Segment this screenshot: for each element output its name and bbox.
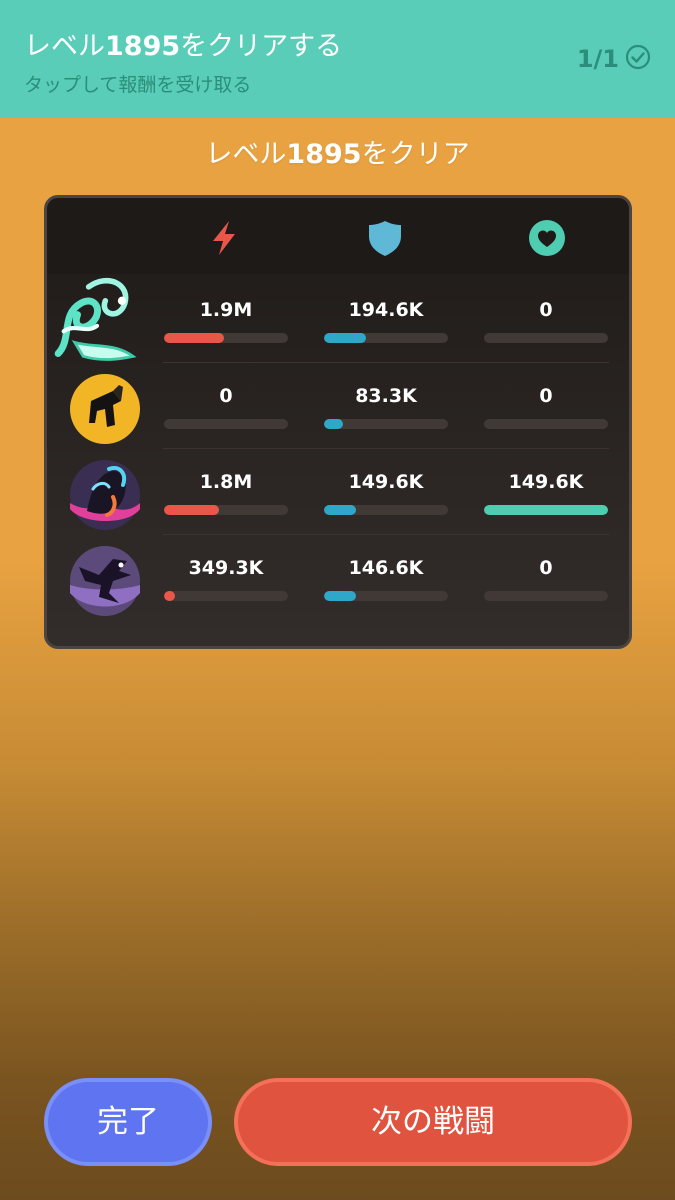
defense-value: 146.6K <box>348 557 424 579</box>
defense-bar <box>324 505 448 515</box>
result-title-suffix: をクリア <box>361 139 470 170</box>
heal-bar-fill <box>484 505 608 515</box>
quest-subtitle: タップして報酬を受け取る <box>24 74 252 96</box>
heal-bar <box>484 505 608 515</box>
damage-bar-fill <box>164 591 175 601</box>
next-battle-button[interactable]: 次の戦闘 <box>234 1078 632 1166</box>
defense-value: 83.3K <box>355 385 417 407</box>
defense-value: 194.6K <box>348 299 424 321</box>
heal-stat: 0 <box>484 277 608 363</box>
heal-value: 0 <box>539 385 553 407</box>
damage-stat: 1.9M <box>164 277 288 363</box>
result-title: レベル1895をクリア <box>0 132 675 171</box>
quest-banner[interactable]: レベル1895をクリアする タップして報酬を受け取る 1/1 <box>0 0 675 118</box>
damage-value: 1.9M <box>199 299 253 321</box>
damage-bar <box>164 333 288 343</box>
damage-value: 1.8M <box>199 471 253 493</box>
defense-stat: 194.6K <box>324 277 448 363</box>
quest-title-level: 1895 <box>105 31 181 62</box>
heal-bar <box>484 333 608 343</box>
damage-value: 0 <box>219 385 233 407</box>
defense-bar-fill <box>324 333 366 343</box>
quest-progress: 1/1 <box>577 44 651 74</box>
damage-stat: 0 <box>164 363 288 449</box>
neon-hero-avatar[interactable] <box>69 459 141 531</box>
heal-value: 0 <box>539 299 553 321</box>
defense-bar-fill <box>324 419 343 429</box>
hero-stats-row: 1.9M 194.6K 0 <box>47 277 629 363</box>
dragon-hero-avatar[interactable] <box>47 273 147 373</box>
heal-bar <box>484 419 608 429</box>
heal-bar <box>484 591 608 601</box>
damage-bar-fill <box>164 505 219 515</box>
hero-stats-row: 349.3K 146.6K 0 <box>47 535 629 621</box>
quest-title-suffix: をクリアする <box>180 31 343 62</box>
check-circle-icon <box>625 44 651 74</box>
heal-stat: 0 <box>484 535 608 621</box>
defense-bar-fill <box>324 591 356 601</box>
defense-value: 149.6K <box>348 471 424 493</box>
defense-bar <box>324 419 448 429</box>
defense-bar <box>324 333 448 343</box>
defense-stat: 146.6K <box>324 535 448 621</box>
result-title-prefix: レベル <box>205 139 287 170</box>
hero-stats-row: 0 83.3K 0 <box>47 363 629 449</box>
quest-title: レベル1895をクリアする <box>24 24 342 63</box>
defense-bar <box>324 591 448 601</box>
heal-value: 0 <box>539 557 553 579</box>
quest-title-prefix: レベル <box>24 31 105 62</box>
damage-stat: 349.3K <box>164 535 288 621</box>
damage-stat: 1.8M <box>164 449 288 535</box>
heal-value: 149.6K <box>508 471 584 493</box>
damage-bar <box>164 419 288 429</box>
heal-stat: 0 <box>484 363 608 449</box>
golden-hero-avatar[interactable] <box>69 373 141 445</box>
lightning-icon <box>204 218 244 258</box>
defense-stat: 83.3K <box>324 363 448 449</box>
done-button[interactable]: 完了 <box>44 1078 212 1166</box>
damage-bar <box>164 591 288 601</box>
result-title-level: 1895 <box>286 139 362 170</box>
defense-stat: 149.6K <box>324 449 448 535</box>
heart-icon <box>527 218 567 258</box>
shield-icon <box>365 218 405 258</box>
damage-value: 349.3K <box>188 557 264 579</box>
stats-header <box>47 198 629 274</box>
quest-progress-count: 1/1 <box>576 45 619 73</box>
damage-bar <box>164 505 288 515</box>
hero-stats-row: 1.8M 149.6K 149.6K <box>47 449 629 535</box>
heal-stat: 149.6K <box>484 449 608 535</box>
shadow-dragon-avatar[interactable] <box>69 545 141 617</box>
defense-bar-fill <box>324 505 356 515</box>
damage-bar-fill <box>164 333 224 343</box>
battle-stats-panel: 1.9M 194.6K 0 0 83.3K 0 1.8M 149.6K 149.6K 349.3K… <box>44 195 632 649</box>
